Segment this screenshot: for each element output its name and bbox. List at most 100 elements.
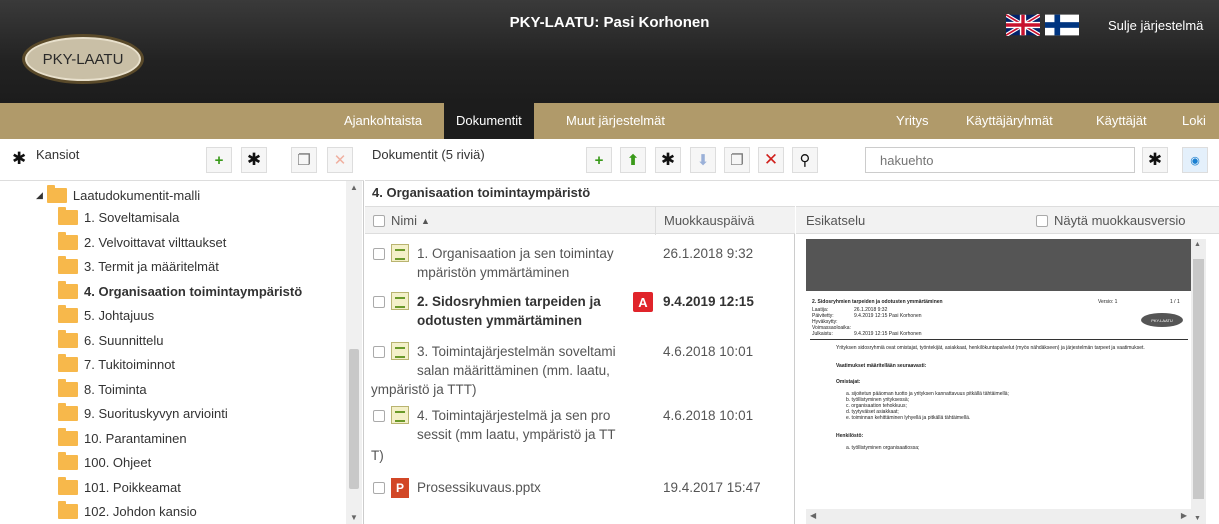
table-row[interactable]: 2. Sidosryhmien tarpeiden ja odotusten ym… [365, 290, 795, 336]
scroll-up-icon[interactable]: ▲ [350, 183, 358, 192]
column-name-header[interactable]: Nimi ▲ [373, 213, 430, 228]
folder-settings-icon[interactable]: ✱ [241, 147, 267, 173]
meta-row: Julkaistu: 9.4.2019 12:15 Pasi Korhonen [812, 331, 1002, 337]
preview-hscrollbar[interactable]: ◀ ▶ [806, 509, 1191, 524]
folder-item[interactable]: 7. Tukitoiminnot [58, 352, 175, 376]
root-folder[interactable]: ◢ Laatudokumentit-malli [36, 183, 200, 207]
nav-kayttajat[interactable]: Käyttäjät [1090, 103, 1153, 139]
folder-label: 3. Termit ja määritelmät [84, 258, 219, 274]
upload-arrow-icon[interactable]: ⬆ [620, 147, 646, 173]
folder-item[interactable]: 1. Soveltamisala [58, 205, 179, 229]
scroll-right-icon[interactable]: ▶ [1181, 511, 1187, 520]
document-name[interactable]: 1. Organisaation ja sen toimintay mpärist… [417, 244, 647, 282]
folder-item-selected[interactable]: 4. Organisaation toimintaympäristö [58, 279, 302, 303]
search-input[interactable] [865, 147, 1135, 173]
show-edit-version-toggle[interactable]: Näytä muokkausversio [1036, 207, 1186, 235]
add-document-icon[interactable]: + [586, 147, 612, 173]
collapse-arrow-icon[interactable]: ◢ [36, 190, 43, 201]
table-row[interactable]: P Prosessikuvaus.pptx 19.4.2017 15:47 [365, 476, 795, 506]
folder-item[interactable]: 9. Suorituskyvyn arviointi [58, 401, 228, 425]
document-name[interactable]: Prosessikuvaus.pptx [417, 478, 647, 497]
nav-ajankohtaista[interactable]: Ajankohtaista [338, 103, 428, 139]
folder-item[interactable]: 100. Ohjeet [58, 450, 151, 474]
logo[interactable]: PKY-LAATU [22, 34, 144, 84]
document-name[interactable]: 2. Sidosryhmien tarpeiden ja odotusten ym… [417, 292, 647, 330]
page-heading: 2. Sidosryhmien tarpeiden ja odotusten y… [812, 299, 943, 305]
search-settings-icon[interactable]: ✱ [1142, 147, 1168, 173]
folder-item[interactable]: 5. Johtajuus [58, 303, 154, 327]
scroll-down-icon[interactable]: ▼ [350, 513, 358, 522]
copy-folder-icon[interactable]: ❐ [291, 147, 317, 173]
document-name[interactable]: 4. Toimintajärjestelmä ja sen pro sessit … [417, 406, 647, 444]
nav-kayttajaryhmat[interactable]: Käyttäjäryhmät [960, 103, 1059, 139]
page-version: Versio: 1 [1098, 299, 1118, 305]
app-window: PKY-LAATU PKY-LAATU: Pasi Korhonen Sulje… [0, 0, 1219, 524]
app-title: PKY-LAATU: Pasi Korhonen [509, 14, 710, 31]
row-checkbox[interactable] [373, 248, 385, 260]
scroll-thumb[interactable] [349, 349, 359, 489]
folder-item[interactable]: 102. Johdon kansio [58, 499, 197, 523]
folder-item[interactable]: 10. Parantaminen [58, 426, 187, 450]
document-name-line: mpäristön ymmärtäminen [417, 265, 570, 280]
nav-yritys[interactable]: Yritys [890, 103, 935, 139]
document-name-line: T) [371, 448, 384, 463]
folder-item[interactable]: 6. Suunnittelu [58, 328, 164, 352]
document-settings-icon[interactable]: ✱ [655, 147, 681, 173]
row-checkbox[interactable] [373, 346, 385, 358]
row-checkbox[interactable] [373, 482, 385, 494]
folders-scrollbar[interactable]: ▲ ▼ [346, 181, 362, 524]
table-row[interactable]: 1. Organisaation ja sen toimintay mpärist… [365, 242, 795, 286]
uk-flag-icon[interactable] [1006, 14, 1040, 36]
preview-scroll-thumb[interactable] [1193, 259, 1204, 499]
settings-gear-icon[interactable]: ✱ [12, 149, 26, 169]
nav-loki[interactable]: Loki [1176, 103, 1212, 139]
document-name-line: salan määrittäminen (mm. laatu, [417, 363, 610, 378]
powerpoint-icon: P [391, 478, 409, 498]
scroll-up-icon[interactable]: ▲ [1194, 241, 1201, 248]
preview-header: Esikatselu Näytä muokkausversio [796, 206, 1219, 234]
folders-panel: ✱ Kansiot + ✱ ❐ ✕ ◢ Laatudokumentit-mall… [0, 139, 364, 524]
table-row[interactable]: 3. Toimintajärjestelmän soveltami salan m… [365, 340, 795, 404]
folder-icon [58, 402, 78, 421]
copy-document-icon[interactable]: ❐ [724, 147, 750, 173]
row-checkbox[interactable] [373, 410, 385, 422]
row-checkbox[interactable] [373, 296, 385, 308]
folder-icon [58, 427, 78, 446]
folder-label: 8. Toiminta [84, 381, 147, 397]
table-row[interactable]: 4. Toimintajärjestelmä ja sen pro sessit … [365, 404, 795, 468]
logo-text: PKY-LAATU [42, 50, 124, 68]
preview-title: Esikatselu [806, 213, 866, 228]
show-edit-version-checkbox[interactable] [1036, 215, 1048, 227]
download-arrow-icon[interactable]: ⬇ [690, 147, 716, 173]
select-all-checkbox[interactable] [373, 214, 385, 227]
column-date-header[interactable]: Muokkauspäivä [655, 207, 795, 235]
folder-item[interactable]: 8. Toiminta [58, 377, 147, 401]
logout-link[interactable]: Sulje järjestelmä [1108, 18, 1203, 33]
preview-frame[interactable]: 2. Sidosryhmien tarpeiden ja odotusten y… [806, 239, 1206, 524]
add-folder-icon[interactable]: + [206, 147, 232, 173]
delete-folder-icon[interactable]: ✕ [327, 147, 353, 173]
view-toggle-icon[interactable]: ◉ [1182, 147, 1208, 173]
staff-title: Henkilöstö: [836, 433, 864, 439]
document-icon [391, 244, 409, 262]
folder-icon [58, 255, 78, 274]
document-date: 19.4.2017 15:47 [663, 480, 761, 495]
meta-value: 9.4.2019 12:15 Pasi Korhonen [854, 313, 922, 319]
scroll-left-icon[interactable]: ◀ [810, 511, 816, 520]
nav-muut-jarjestelmat[interactable]: Muut järjestelmät [560, 103, 671, 139]
fi-flag-icon[interactable] [1045, 14, 1079, 36]
preview-scrollbar[interactable]: ▲ ▼ [1191, 239, 1206, 524]
folder-item[interactable]: 101. Poikkeamat [58, 475, 181, 499]
document-icon [391, 342, 409, 360]
delete-document-icon[interactable]: ✕ [758, 147, 784, 173]
document-name-line: 3. Toimintajärjestelmän soveltami [417, 344, 616, 359]
show-edit-version-label: Näytä muokkausversio [1054, 213, 1186, 228]
search-icon[interactable]: ⚲ [792, 147, 818, 173]
scroll-down-icon[interactable]: ▼ [1194, 515, 1201, 522]
folder-label: 1. Soveltamisala [84, 209, 180, 225]
folder-item[interactable]: 3. Termit ja määritelmät [58, 254, 219, 278]
nav-dokumentit[interactable]: Dokumentit [444, 103, 534, 139]
page-divider [810, 339, 1188, 340]
document-name[interactable]: 3. Toimintajärjestelmän soveltami salan m… [417, 342, 647, 380]
folder-item[interactable]: 2. Velvoittavat vilttaukset [58, 230, 226, 254]
